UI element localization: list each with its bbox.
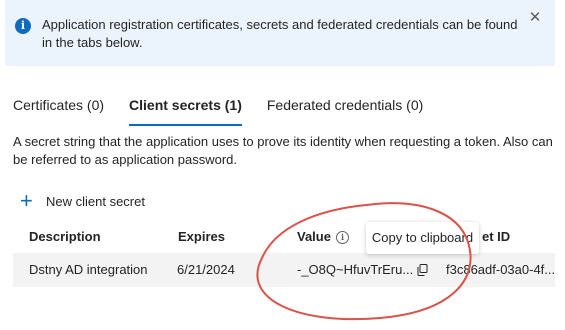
info-icon: i [15,18,31,34]
tab-bar: Certificates (0) Client secrets (1) Fede… [13,92,448,126]
info-banner: i Application registration certificates,… [5,0,555,66]
copy-icon[interactable] [417,264,428,276]
cell-secret-id: f3c86adf-03a0-4f... [446,262,556,277]
cell-description: Dstny AD integration [29,262,148,277]
info-icon[interactable]: i [335,231,349,244]
new-client-secret-button[interactable]: + New client secret [20,188,145,213]
tab-client-secrets[interactable]: Client secrets (1) [129,92,242,126]
column-header-secret-id: et ID [482,229,511,244]
cell-value: -_O8Q~HfuvTrEru... [297,262,414,277]
tab-certificates[interactable]: Certificates (0) [13,92,104,122]
tab-federated-credentials[interactable]: Federated credentials (0) [267,92,423,122]
column-header-value-label: Value [297,229,331,244]
plus-icon: + [20,188,33,213]
column-header-description: Description [29,229,101,244]
banner-text: Application registration certificates, s… [42,17,518,50]
new-client-secret-label: New client secret [46,193,145,209]
cell-expires: 6/21/2024 [177,262,235,277]
column-header-value: Value i [297,229,349,244]
copy-tooltip: Copy to clipboard [366,222,479,254]
column-header-expires: Expires [178,229,225,244]
close-icon[interactable]: ✕ [527,10,543,26]
description-text: A secret string that the application use… [13,134,553,167]
